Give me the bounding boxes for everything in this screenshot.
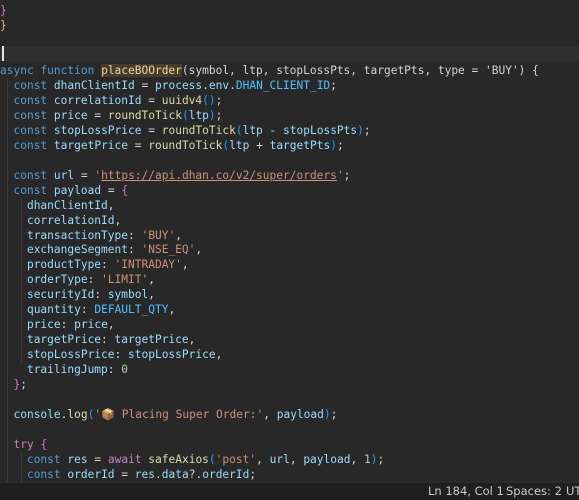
code-line: quantity: DEFAULT_QTY, <box>26 303 176 317</box>
code-line: try { <box>13 437 48 451</box>
code-line: }; <box>13 378 27 391</box>
closing-brace-token: } <box>0 19 7 32</box>
code-line: } <box>0 18 7 33</box>
function-params: (symbol, ltp, stopLossPts, targetPts, ty… <box>181 64 539 77</box>
current-line-highlight <box>0 46 579 61</box>
code-line: console.log('📦 Placing Super Order:', pa… <box>13 407 338 421</box>
async-keyword: async <box>0 64 34 77</box>
code-line: const targetPrice = roundToTick(ltp + ta… <box>13 138 344 152</box>
code-line: securityId: symbol, <box>26 288 155 302</box>
indentation-indicator[interactable]: Spaces: 2 <box>506 483 562 500</box>
encoding-indicator[interactable]: UT <box>566 483 579 500</box>
code-line: productType: 'INTRADAY', <box>26 258 189 272</box>
code-line: targetPrice: targetPrice, <box>26 333 196 347</box>
code-line: trailingJump: 0 <box>26 363 129 377</box>
cursor-position-indicator[interactable]: Ln 184, Col 1 <box>428 483 504 500</box>
code-line-partial <box>0 0 182 6</box>
status-bar: Ln 184, Col 1 Spaces: 2 UT <box>0 482 579 500</box>
function-keyword: function <box>40 64 95 77</box>
code-line: const correlationId = uuidv4(); <box>13 93 223 107</box>
code-line: const orderId = res.data?.orderId; <box>26 467 257 481</box>
code-line: correlationId, <box>26 213 122 227</box>
function-signature-line: async function placeBOOrder(symbol, ltp,… <box>0 63 539 78</box>
code-line: orderType: 'LIMIT', <box>26 273 155 287</box>
closing-paren-token: } <box>0 4 7 17</box>
code-line: const url = 'https://api.dhan.co/v2/supe… <box>13 168 351 182</box>
function-name: placeBOOrder <box>101 64 182 77</box>
code-line: dhanClientId, <box>26 198 115 212</box>
code-line: price: price, <box>26 318 115 332</box>
code-line: const dhanClientId = process.env.DHAN_CL… <box>13 79 337 92</box>
code-line: transactionType: 'BUY', <box>26 228 182 242</box>
code-line: const price = roundToTick(ltp); <box>13 108 223 122</box>
text-cursor <box>2 46 4 61</box>
code-line: exchangeSegment: 'NSE_EQ', <box>26 243 203 257</box>
code-line: const res = await safeAxios('post', url,… <box>26 452 385 466</box>
code-line: const stopLossPrice = roundToTick(ltp - … <box>13 123 371 137</box>
code-line: const payload = { <box>13 183 129 197</box>
code-line: stopLossPrice: stopLossPrice, <box>26 348 223 362</box>
code-editor[interactable]: } } async function placeBOOrder(symbol, … <box>0 0 579 482</box>
code-line: } <box>0 3 7 18</box>
